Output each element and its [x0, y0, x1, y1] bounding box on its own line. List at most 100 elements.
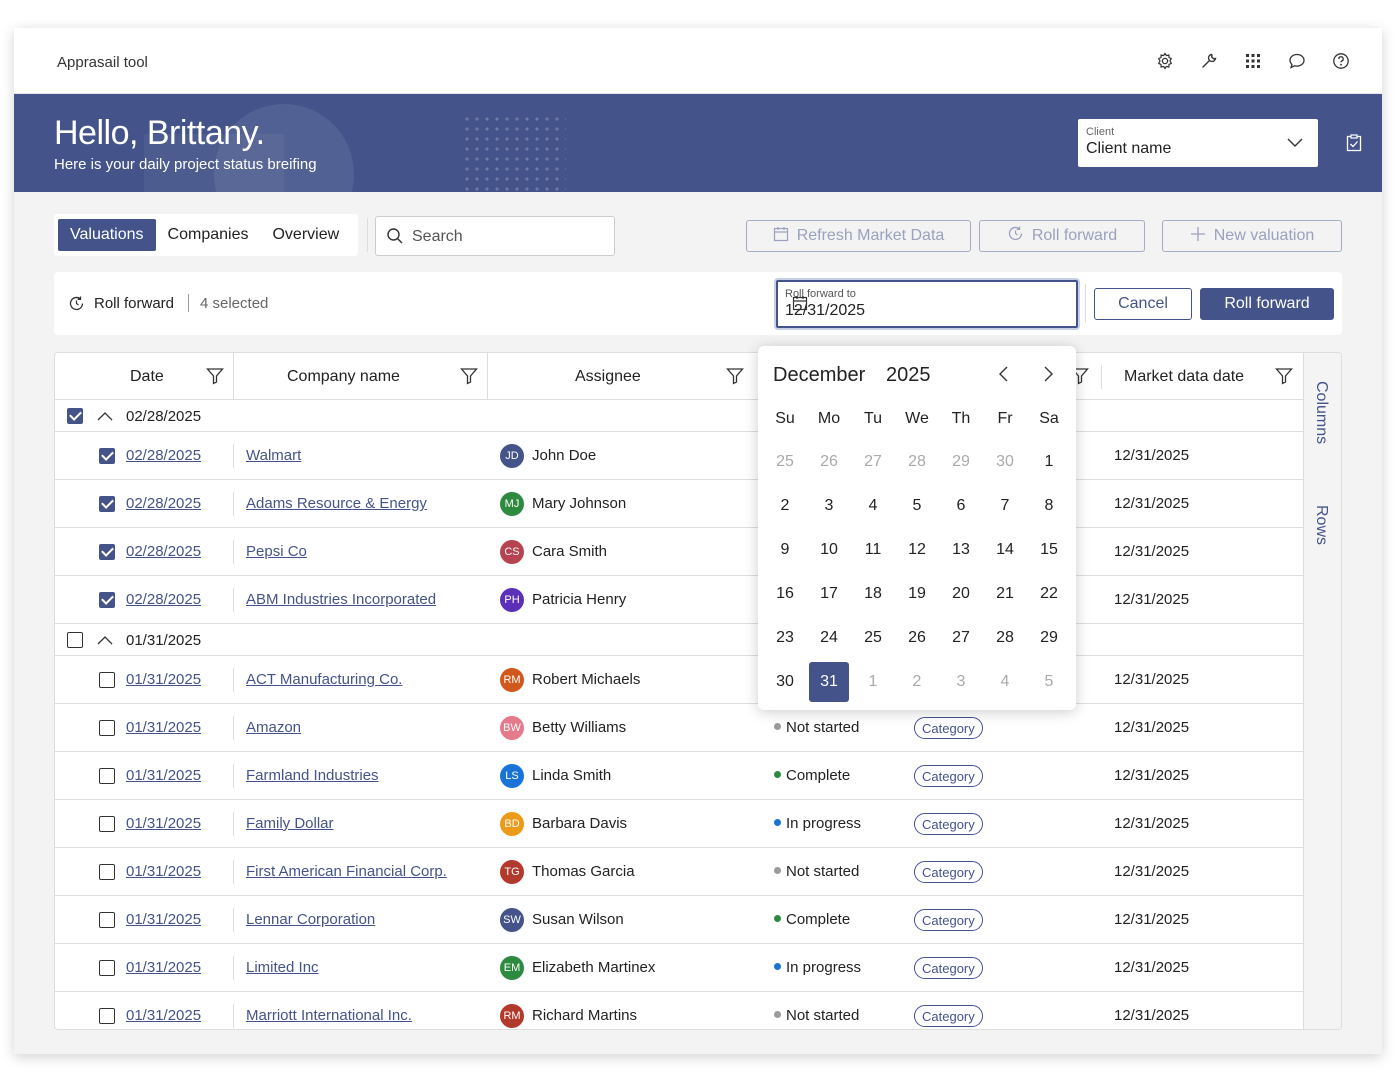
date-link[interactable]: 02/28/2025 [126, 591, 201, 608]
filter-icon[interactable] [206, 367, 224, 390]
table-row[interactable]: 01/31/2025 Family Dollar BD Barbara Davis In… [55, 800, 1303, 848]
calendar-day[interactable]: 18 [853, 574, 893, 614]
company-link[interactable]: Walmart [246, 447, 301, 464]
chevron-up-icon[interactable] [97, 633, 113, 651]
wrench-icon[interactable] [1198, 50, 1220, 72]
date-link[interactable]: 02/28/2025 [126, 495, 201, 512]
calendar-day-selected[interactable]: 31 [809, 662, 849, 702]
filter-icon[interactable] [726, 367, 744, 390]
client-select[interactable]: Client Client name [1078, 119, 1318, 167]
table-row[interactable]: 02/28/2025 Pepsi Co CS Cara Smith 12/31/2025 [55, 528, 1303, 576]
row-checkbox[interactable] [99, 496, 115, 512]
cancel-button[interactable]: Cancel [1094, 288, 1192, 320]
apps-grid-icon[interactable] [1242, 50, 1264, 72]
clipboard-check-icon[interactable] [1346, 134, 1362, 157]
calendar-day[interactable]: 21 [985, 574, 1025, 614]
calendar-day[interactable]: 2 [765, 486, 805, 526]
calendar-day[interactable]: 1 [1029, 442, 1069, 482]
calendar-day[interactable]: 12 [897, 530, 937, 570]
category-tag[interactable]: Category [914, 861, 983, 883]
company-link[interactable]: Farmland Industries [246, 767, 379, 784]
roll-forward-toolbar-button[interactable]: Roll forward [979, 220, 1145, 252]
table-row[interactable]: 01/31/2025 Limited Inc EM Elizabeth Martine… [55, 944, 1303, 992]
date-link[interactable]: 01/31/2025 [126, 815, 201, 832]
tab-valuations[interactable]: Valuations [58, 219, 156, 251]
calendar-day[interactable]: 3 [809, 486, 849, 526]
row-checkbox[interactable] [99, 544, 115, 560]
date-link[interactable]: 01/31/2025 [126, 1007, 201, 1024]
calendar-day[interactable]: 5 [897, 486, 937, 526]
row-checkbox[interactable] [99, 816, 115, 832]
group-checkbox[interactable] [67, 408, 83, 424]
search-input[interactable]: Search [375, 216, 615, 256]
row-checkbox[interactable] [99, 592, 115, 608]
calendar-day[interactable]: 17 [809, 574, 849, 614]
calendar-day[interactable]: 28 [985, 618, 1025, 658]
gear-icon[interactable] [1154, 50, 1176, 72]
calendar-day[interactable]: 11 [853, 530, 893, 570]
date-link[interactable]: 01/31/2025 [126, 767, 201, 784]
row-checkbox[interactable] [99, 672, 115, 688]
company-link[interactable]: Amazon [246, 719, 301, 736]
tab-overview[interactable]: Overview [260, 219, 351, 251]
table-row[interactable]: 01/31/2025 Marriott International Inc. RM R… [55, 992, 1303, 1029]
chevron-right-icon[interactable] [1038, 364, 1058, 389]
chevron-up-icon[interactable] [97, 409, 113, 427]
company-link[interactable]: Adams Resource & Energy [246, 495, 427, 512]
date-link[interactable]: 01/31/2025 [126, 863, 201, 880]
category-tag[interactable]: Category [914, 765, 983, 787]
calendar-day[interactable]: 22 [1029, 574, 1069, 614]
company-link[interactable]: Marriott International Inc. [246, 1007, 412, 1024]
new-valuation-button[interactable]: New valuation [1162, 220, 1342, 252]
date-link[interactable]: 02/28/2025 [126, 447, 201, 464]
calendar-day[interactable]: 27 [941, 618, 981, 658]
calendar-day[interactable]: 20 [941, 574, 981, 614]
company-link[interactable]: Pepsi Co [246, 543, 307, 560]
calendar-day[interactable]: 13 [941, 530, 981, 570]
calendar-day[interactable]: 3 [941, 662, 981, 702]
chat-icon[interactable] [1286, 50, 1308, 72]
date-link[interactable]: 02/28/2025 [126, 543, 201, 560]
calendar-day[interactable]: 24 [809, 618, 849, 658]
calendar-day[interactable]: 30 [765, 662, 805, 702]
filter-icon[interactable] [460, 367, 478, 390]
category-tag[interactable]: Category [914, 909, 983, 931]
table-row[interactable]: 01/31/2025 Lennar Corporation SW Susan Wils… [55, 896, 1303, 944]
table-row[interactable]: 02/28/2025 Walmart JD John Doe 12/31/2025 [55, 432, 1303, 480]
calendar-day[interactable]: 15 [1029, 530, 1069, 570]
group-row[interactable]: 01/31/2025 [55, 624, 1303, 656]
calendar-day[interactable]: 28 [897, 442, 937, 482]
table-row[interactable]: 01/31/2025 Farmland Industries LS Linda Smi… [55, 752, 1303, 800]
row-checkbox[interactable] [99, 864, 115, 880]
roll-forward-date-field[interactable]: Roll forward to 12/31/2025 [776, 280, 1078, 328]
calendar-day[interactable]: 7 [985, 486, 1025, 526]
table-row[interactable]: 02/28/2025 Adams Resource & Energy MJ Mary … [55, 480, 1303, 528]
category-tag[interactable]: Category [914, 957, 983, 979]
calendar-day[interactable]: 23 [765, 618, 805, 658]
columns-panel-tab[interactable]: Columns [1312, 381, 1330, 444]
filter-icon[interactable] [1275, 367, 1293, 390]
calendar-day[interactable]: 1 [853, 662, 893, 702]
calendar-day[interactable]: 2 [897, 662, 937, 702]
row-checkbox[interactable] [99, 768, 115, 784]
rows-panel-tab[interactable]: Rows [1312, 505, 1330, 545]
calendar-day[interactable]: 25 [765, 442, 805, 482]
company-link[interactable]: ABM Industries Incorporated [246, 591, 436, 608]
table-row[interactable]: 02/28/2025 ABM Industries Incorporated PH P… [55, 576, 1303, 624]
row-checkbox[interactable] [99, 1008, 115, 1024]
calendar-day[interactable]: 8 [1029, 486, 1069, 526]
calendar-day[interactable]: 4 [853, 486, 893, 526]
calendar-day[interactable]: 27 [853, 442, 893, 482]
calendar-day[interactable]: 25 [853, 618, 893, 658]
calendar-day[interactable]: 19 [897, 574, 937, 614]
company-link[interactable]: Family Dollar [246, 815, 334, 832]
help-icon[interactable] [1330, 50, 1352, 72]
group-checkbox[interactable] [67, 632, 83, 648]
company-link[interactable]: ACT Manufacturing Co. [246, 671, 402, 688]
company-link[interactable]: First American Financial Corp. [246, 863, 447, 880]
calendar-day[interactable]: 9 [765, 530, 805, 570]
calendar-day[interactable]: 29 [941, 442, 981, 482]
table-row[interactable]: 01/31/2025 First American Financial Corp.… [55, 848, 1303, 896]
group-row[interactable]: 02/28/2025 [55, 400, 1303, 432]
refresh-market-data-button[interactable]: Refresh Market Data [746, 220, 971, 252]
